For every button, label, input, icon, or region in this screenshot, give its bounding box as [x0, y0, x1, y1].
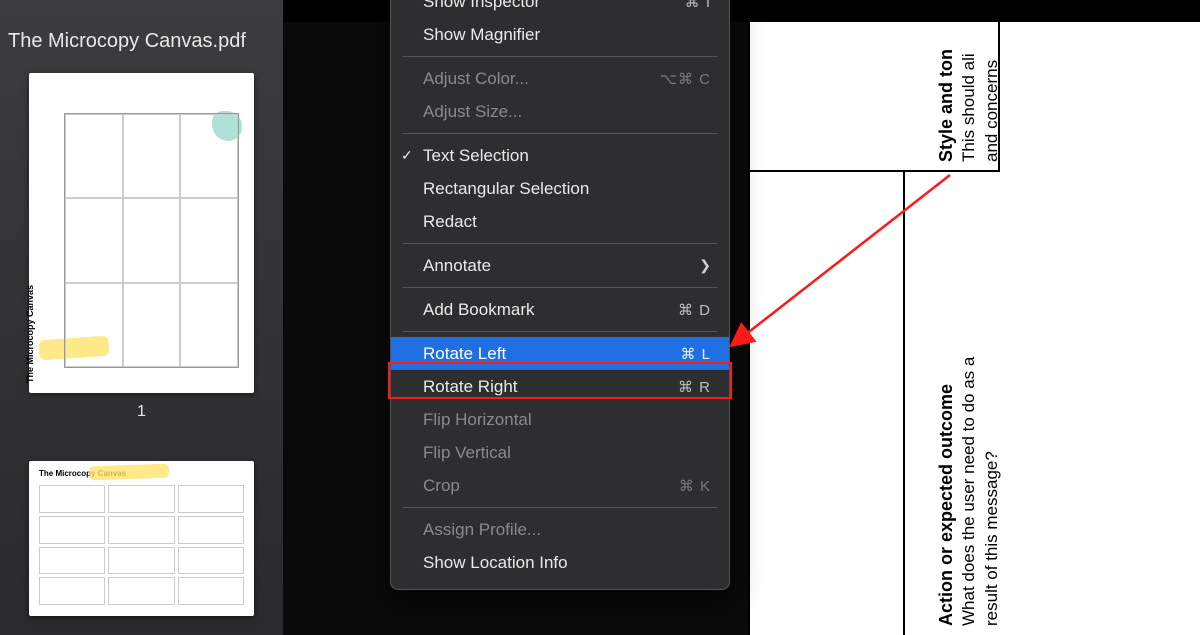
menu-separator — [403, 507, 717, 508]
menu-show-location-info[interactable]: Show Location Info — [391, 546, 729, 579]
menu-redact[interactable]: Redact — [391, 205, 729, 238]
page-thumbnail-2[interactable]: The Microcopy Canvas — [29, 461, 254, 616]
section-heading: Action or expected outcome — [936, 286, 958, 626]
checkmark-icon: ✓ — [401, 147, 413, 164]
menu-rotate-right[interactable]: Rotate Right ⌘ R — [391, 370, 729, 403]
document-page[interactable]: Style and ton This should ali and concer… — [748, 22, 1200, 635]
section-text: What does the user need to do as a — [958, 286, 981, 626]
doc-left-cell — [750, 172, 905, 635]
menu-separator — [403, 287, 717, 288]
menu-label: Flip Vertical — [423, 443, 711, 463]
menu-label: Flip Horizontal — [423, 410, 711, 430]
menu-shortcut: ⌘ R — [678, 378, 711, 396]
menu-flip-vertical: Flip Vertical — [391, 436, 729, 469]
menu-show-magnifier[interactable]: Show Magnifier — [391, 18, 729, 51]
menu-adjust-size: Adjust Size... — [391, 95, 729, 128]
menu-rotate-left[interactable]: Rotate Left ⌘ L — [391, 337, 729, 370]
menu-label: Rectangular Selection — [423, 179, 711, 199]
menu-annotate[interactable]: Annotate ❯ — [391, 249, 729, 282]
chevron-right-icon: ❯ — [699, 257, 711, 274]
sidebar: The Microcopy Canvas.pdf The Microcopy C… — [0, 0, 283, 635]
menu-shortcut: ⌘ I — [685, 0, 711, 11]
menu-shortcut: ⌥⌘ C — [660, 70, 711, 88]
page-thumbnail-1[interactable]: The Microcopy Canvas — [29, 73, 254, 393]
section-text: and concerns — [981, 22, 1004, 162]
menu-add-bookmark[interactable]: Add Bookmark ⌘ D — [391, 293, 729, 326]
menu-rectangular-selection[interactable]: Rectangular Selection — [391, 172, 729, 205]
document-title: The Microcopy Canvas.pdf — [0, 30, 283, 53]
menu-label: Annotate — [423, 256, 699, 276]
thumb-title: The Microcopy Canvas — [25, 285, 35, 383]
menu-label: Rotate Left — [423, 344, 680, 364]
menu-label: Show Location Info — [423, 553, 711, 573]
context-menu: Show Inspector ⌘ I Show Magnifier Adjust… — [390, 0, 730, 590]
menu-flip-horizontal: Flip Horizontal — [391, 403, 729, 436]
menu-crop: Crop ⌘ K — [391, 469, 729, 502]
section-text: This should ali — [958, 22, 981, 162]
menu-label: Assign Profile... — [423, 520, 711, 540]
action-outcome-block: Action or expected outcome What does the… — [936, 286, 1003, 626]
menu-shortcut: ⌘ D — [678, 301, 711, 319]
menu-label: Adjust Color... — [423, 69, 660, 89]
menu-label: Rotate Right — [423, 377, 678, 397]
menu-label: Show Magnifier — [423, 25, 711, 45]
menu-label: Add Bookmark — [423, 300, 678, 320]
menu-label: Text Selection — [423, 146, 711, 166]
menu-label: Crop — [423, 476, 679, 496]
menu-text-selection[interactable]: ✓ Text Selection — [391, 139, 729, 172]
menu-separator — [403, 243, 717, 244]
page-number-label: 1 — [0, 403, 283, 421]
menu-separator — [403, 56, 717, 57]
style-tone-block: Style and ton This should ali and concer… — [936, 22, 1003, 162]
menu-separator — [403, 331, 717, 332]
menu-show-inspector[interactable]: Show Inspector ⌘ I — [391, 0, 729, 18]
canvas-grid — [39, 485, 244, 605]
section-text: result of this message? — [981, 286, 1004, 626]
menu-assign-profile: Assign Profile... — [391, 513, 729, 546]
menu-adjust-color: Adjust Color... ⌥⌘ C — [391, 62, 729, 95]
canvas-grid — [64, 113, 239, 368]
menu-label: Show Inspector — [423, 0, 685, 12]
menu-separator — [403, 133, 717, 134]
section-heading: Style and ton — [936, 22, 958, 162]
menu-shortcut: ⌘ K — [679, 477, 711, 495]
menu-label: Redact — [423, 212, 711, 232]
menu-shortcut: ⌘ L — [680, 345, 711, 363]
menu-label: Adjust Size... — [423, 102, 711, 122]
highlight-swatch — [89, 464, 169, 481]
